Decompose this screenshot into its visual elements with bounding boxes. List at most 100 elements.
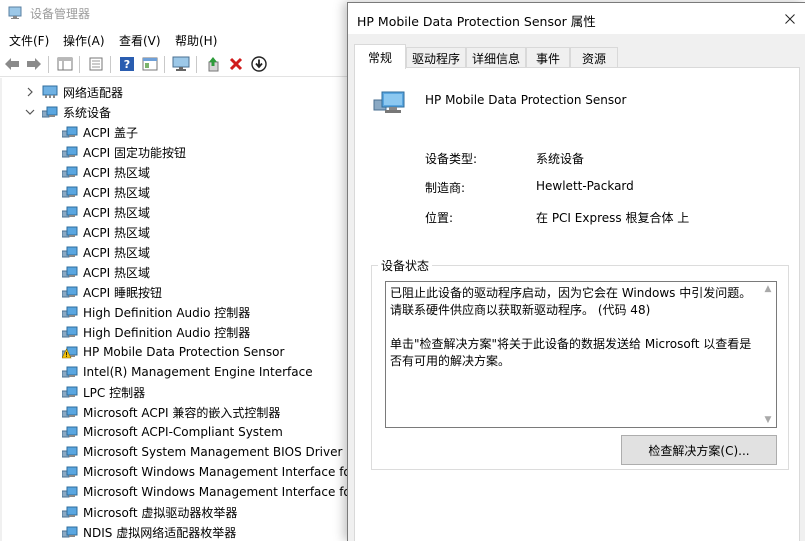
uninstall-x-icon[interactable] [227,55,245,73]
tree-label: ACPI 固定功能按钮 [83,145,186,160]
menu-file[interactable]: 文件(F) [9,32,49,49]
tree-item-device[interactable]: NDIS 虚拟网络适配器枚举器 [61,522,237,541]
tree-label: ACPI 热区域 [83,245,150,260]
scroll-up-icon[interactable]: ▲ [760,282,776,296]
tree-item-device[interactable]: Microsoft ACPI-Compliant System [61,422,283,442]
status-line: 已阻止此设备的驱动程序启动，因为它会在 Windows 中引发问题。 [390,286,752,300]
tree-item-device[interactable]: Microsoft System Management BIOS Driver [61,442,342,462]
chevron-down-icon[interactable] [24,106,36,118]
tree-node-system-devices[interactable]: 系统设备 [24,102,111,122]
tab-details[interactable]: 详细信息 [466,47,526,68]
tab-general[interactable]: 常规 [354,44,406,69]
general-tab-panel: HP Mobile Data Protection Sensor 设备类型: 系… [354,67,800,541]
forward-arrow-icon[interactable] [25,55,43,73]
tree-label: ACPI 睡眠按钮 [83,285,162,300]
network-adapter-icon [42,85,58,99]
chevron-right-icon[interactable] [24,86,36,98]
status-line: 请联系硬件供应商以获取新驱动程序。 (代码 48) [390,303,651,317]
tree-item-device[interactable]: ACPI 睡眠按钮 [61,282,162,302]
menu-action[interactable]: 操作(A) [63,32,105,49]
system-device-icon [61,285,78,299]
system-device-icon [61,425,78,439]
device-status-text: 已阻止此设备的驱动程序启动，因为它会在 Windows 中引发问题。 请联系硬件… [390,285,756,370]
tree-item-device[interactable]: Microsoft Windows Management Interface f… [61,482,351,502]
device-warning-icon [61,345,78,359]
tree-label: LPC 控制器 [83,385,146,400]
tree-item-device[interactable]: ACPI 热区域 [61,262,150,282]
system-device-icon [61,485,78,499]
tree-item-device[interactable]: ACPI 热区域 [61,222,150,242]
tab-driver[interactable]: 驱动程序 [406,47,466,68]
tree-item-device[interactable]: ACPI 热区域 [61,182,150,202]
status-scrollbar[interactable]: ▲ ▼ [760,282,776,427]
system-device-icon [61,465,78,479]
tree-label: Microsoft ACPI 兼容的嵌入式控制器 [83,405,281,420]
tree-item-device[interactable]: Microsoft 虚拟驱动器枚举器 [61,502,237,522]
view-icon[interactable] [141,55,159,73]
system-device-icon [61,265,78,279]
tree-label: 网络适配器 [63,85,124,100]
location-value: 在 PCI Express 根复合体 上 [536,211,690,225]
system-device-icon [61,185,78,199]
tree-label: Microsoft Windows Management Interface f… [83,465,351,479]
device-manager-app-icon [8,6,24,20]
tree-node-network-adapters[interactable]: 网络适配器 [24,82,123,102]
tree-item-device[interactable]: High Definition Audio 控制器 [61,302,251,322]
tree-label: ACPI 热区域 [83,265,150,280]
device-type-value: 系统设备 [536,152,585,166]
monitor-icon[interactable] [172,55,190,73]
system-device-icon [61,225,78,239]
tree-item-device[interactable]: HP Mobile Data Protection Sensor [61,342,284,362]
device-status-label: 设备状态 [378,257,433,274]
dialog-titlebar: HP Mobile Data Protection Sensor 属性 [348,3,805,34]
system-device-icon [61,305,78,319]
system-device-icon [61,205,78,219]
menu-help[interactable]: 帮助(H) [175,32,217,49]
back-arrow-icon[interactable] [3,55,21,73]
properties-dialog: HP Mobile Data Protection Sensor 属性 常规 驱… [347,2,805,541]
tab-resources[interactable]: 资源 [570,47,618,68]
system-device-icon [61,125,78,139]
scroll-down-icon[interactable]: ▼ [760,413,776,427]
device-manager-title: 设备管理器 [30,7,91,21]
tree-label: NDIS 虚拟网络适配器枚举器 [83,525,237,540]
tree-item-device[interactable]: ACPI 盖子 [61,122,138,142]
device-type-label: 设备类型: [425,152,478,166]
system-device-icon [61,505,78,519]
system-device-icon [61,165,78,179]
tree-label: ACPI 热区域 [83,225,150,240]
close-icon[interactable] [775,3,805,34]
tree-label: ACPI 热区域 [83,205,150,220]
toolbar-separator [164,56,165,73]
tree-item-device[interactable]: Microsoft Windows Management Interface f… [61,462,351,482]
help-icon[interactable]: ? [118,55,136,73]
tree-item-device[interactable]: ACPI 热区域 [61,202,150,222]
download-arrow-icon[interactable] [250,55,268,73]
tree-item-device[interactable]: LPC 控制器 [61,382,146,402]
device-icon [373,90,407,116]
tree-item-device[interactable]: High Definition Audio 控制器 [61,322,251,342]
tree-item-device[interactable]: Intel(R) Management Engine Interface [61,362,313,382]
menu-view[interactable]: 查看(V) [119,32,161,49]
tree-item-device[interactable]: ACPI 热区域 [61,242,150,262]
device-tree: 网络适配器 系统设备 ACPI 盖子 ACPI 固定功能按钮 ACPI 热区域 ACP… [0,78,360,541]
tree-item-device[interactable]: ACPI 固定功能按钮 [61,142,186,162]
dialog-title: HP Mobile Data Protection Sensor 属性 [357,14,596,29]
tree-label: High Definition Audio 控制器 [83,325,251,340]
menu-bar: 文件(F) 操作(A) 查看(V) 帮助(H) [0,29,360,51]
tree-label: Microsoft ACPI-Compliant System [83,425,283,439]
tree-label: High Definition Audio 控制器 [83,305,251,320]
properties-icon[interactable] [87,55,105,73]
show-hide-tree-icon[interactable] [56,55,74,73]
update-driver-icon[interactable] [204,55,222,73]
location-label: 位置: [425,211,454,225]
toolbar-separator [79,56,80,73]
tree-item-device[interactable]: Microsoft ACPI 兼容的嵌入式控制器 [61,402,281,422]
system-device-icon [61,325,78,339]
check-solutions-button[interactable]: 检查解决方案(C)... [621,435,777,465]
tree-item-device[interactable]: ACPI 热区域 [61,162,150,182]
tab-events[interactable]: 事件 [526,47,570,68]
status-blank-line [390,319,756,336]
system-device-icon [61,405,78,419]
device-status-textbox[interactable]: 已阻止此设备的驱动程序启动，因为它会在 Windows 中引发问题。 请联系硬件… [385,281,777,428]
